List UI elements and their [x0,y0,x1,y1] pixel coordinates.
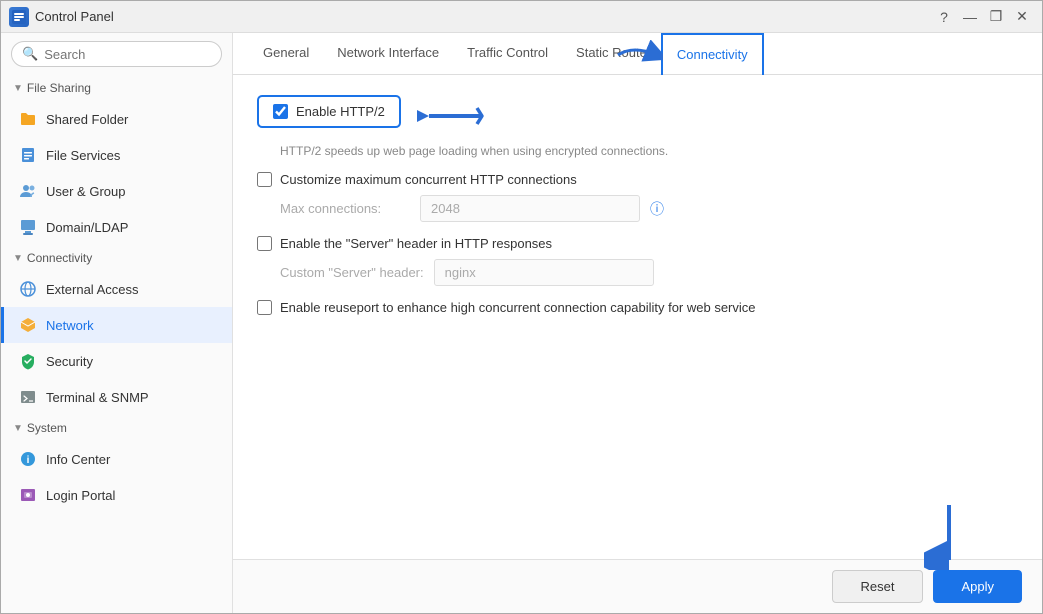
maximize-button[interactable]: ❐ [984,5,1008,29]
network-icon [18,315,38,335]
info-center-icon: i [18,449,38,469]
max-connections-input[interactable] [420,195,640,222]
tab-general[interactable]: General [249,33,323,74]
section-system: ▼ System i Info Center Login Portal [1,415,232,513]
sidebar-label-info-center: Info Center [46,452,110,467]
tab-network-interface[interactable]: Network Interface [323,33,453,74]
apply-button[interactable]: Apply [933,570,1022,603]
sidebar-item-terminal-snmp[interactable]: Terminal & SNMP [1,379,232,415]
login-portal-icon [18,485,38,505]
svg-text:i: i [27,455,30,466]
reset-button[interactable]: Reset [832,570,924,603]
titlebar: Control Panel ? — ❐ ✕ [1,1,1042,33]
section-label-system: System [27,421,67,435]
chevron-down-icon: ▼ [13,83,23,94]
server-header-label: Enable the "Server" header in HTTP respo… [280,236,552,251]
sidebar-item-security[interactable]: Security [1,343,232,379]
server-header-checkbox[interactable] [257,236,272,251]
section-header-system[interactable]: ▼ System [1,415,232,441]
sidebar-item-login-portal[interactable]: Login Portal [1,477,232,513]
custom-server-field-row: Custom "Server" header: [280,259,1018,286]
security-icon [18,351,38,371]
sidebar-label-login-portal: Login Portal [46,488,115,503]
content-area: Enable HTTP/2 HTTP/2 speeds up web page … [233,75,1042,559]
tab-traffic-control[interactable]: Traffic Control [453,33,562,74]
tab-bar: General Network Interface Traffic Contro… [233,33,1042,75]
reuseport-section: Enable reuseport to enhance high concurr… [257,300,1018,315]
max-connections-checkbox[interactable] [257,172,272,187]
sidebar-label-domain-ldap: Domain/LDAP [46,220,128,235]
info-icon[interactable]: ⓘ [650,199,664,219]
tab-connectivity[interactable]: Connectivity [661,33,764,75]
help-button[interactable]: ? [932,5,956,29]
chevron-down-icon-3: ▼ [13,423,23,434]
sidebar-item-external-access[interactable]: External Access [1,271,232,307]
section-label-connectivity: Connectivity [27,251,92,265]
sidebar-label-user-group: User & Group [46,184,125,199]
window-controls: ? — ❐ ✕ [932,5,1034,29]
section-connectivity: ▼ Connectivity External Access Network [1,245,232,415]
sidebar: 🔍 ▼ File Sharing Shared Folder [1,33,233,613]
app-icon [9,7,29,27]
max-connections-section: Customize maximum concurrent HTTP connec… [257,172,1018,222]
section-header-file-sharing[interactable]: ▼ File Sharing [1,75,232,101]
terminal-icon [18,387,38,407]
apply-arrow [924,500,974,570]
window-title: Control Panel [35,9,932,24]
enable-http2-checkbox-row: Enable HTTP/2 [257,95,401,128]
control-panel-window: Control Panel ? — ❐ ✕ 🔍 ▼ File Sharing [0,0,1043,614]
sidebar-item-user-group[interactable]: User & Group [1,173,232,209]
section-header-connectivity[interactable]: ▼ Connectivity [1,245,232,271]
http2-section: Enable HTTP/2 HTTP/2 speeds up web page … [257,95,1018,158]
sidebar-item-file-services[interactable]: File Services [1,137,232,173]
user-group-icon [18,181,38,201]
right-panel: General Network Interface Traffic Contro… [233,33,1042,613]
max-connections-field-label: Max connections: [280,201,410,216]
enable-http2-checkbox[interactable] [273,104,288,119]
search-input[interactable] [44,47,211,62]
section-label-file-sharing: File Sharing [27,81,91,95]
http2-arrow [417,98,487,134]
sidebar-item-network[interactable]: Network [1,307,232,343]
sidebar-item-shared-folder[interactable]: Shared Folder [1,101,232,137]
max-connections-field-row: Max connections: ⓘ [280,195,1018,222]
custom-server-input[interactable] [434,259,654,286]
sidebar-label-external-access: External Access [46,282,139,297]
custom-server-field-label: Custom "Server" header: [280,265,424,280]
section-file-sharing: ▼ File Sharing Shared Folder File Servic… [1,75,232,245]
main-content: 🔍 ▼ File Sharing Shared Folder [1,33,1042,613]
sidebar-label-network: Network [46,318,94,333]
max-connections-label: Customize maximum concurrent HTTP connec… [280,172,577,187]
reuseport-label: Enable reuseport to enhance high concurr… [280,300,756,315]
folder-icon [18,109,38,129]
minimize-button[interactable]: — [958,5,982,29]
sidebar-label-shared-folder: Shared Folder [46,112,128,127]
search-box: 🔍 [11,41,222,67]
file-services-icon [18,145,38,165]
chevron-down-icon-2: ▼ [13,253,23,264]
sidebar-item-info-center[interactable]: i Info Center [1,441,232,477]
sidebar-item-domain-ldap[interactable]: Domain/LDAP [1,209,232,245]
sidebar-label-security: Security [46,354,93,369]
external-access-icon [18,279,38,299]
reuseport-checkbox[interactable] [257,300,272,315]
footer: Reset Apply [233,559,1042,613]
sidebar-label-terminal-snmp: Terminal & SNMP [46,390,149,405]
server-header-section: Enable the "Server" header in HTTP respo… [257,236,1018,286]
http2-desc: HTTP/2 speeds up web page loading when u… [280,144,1018,158]
close-button[interactable]: ✕ [1010,5,1034,29]
connectivity-arrow [613,40,663,70]
sidebar-label-file-services: File Services [46,148,120,163]
search-icon: 🔍 [22,46,38,62]
domain-icon [18,217,38,237]
search-area: 🔍 [1,33,232,75]
enable-http2-label: Enable HTTP/2 [296,104,385,119]
